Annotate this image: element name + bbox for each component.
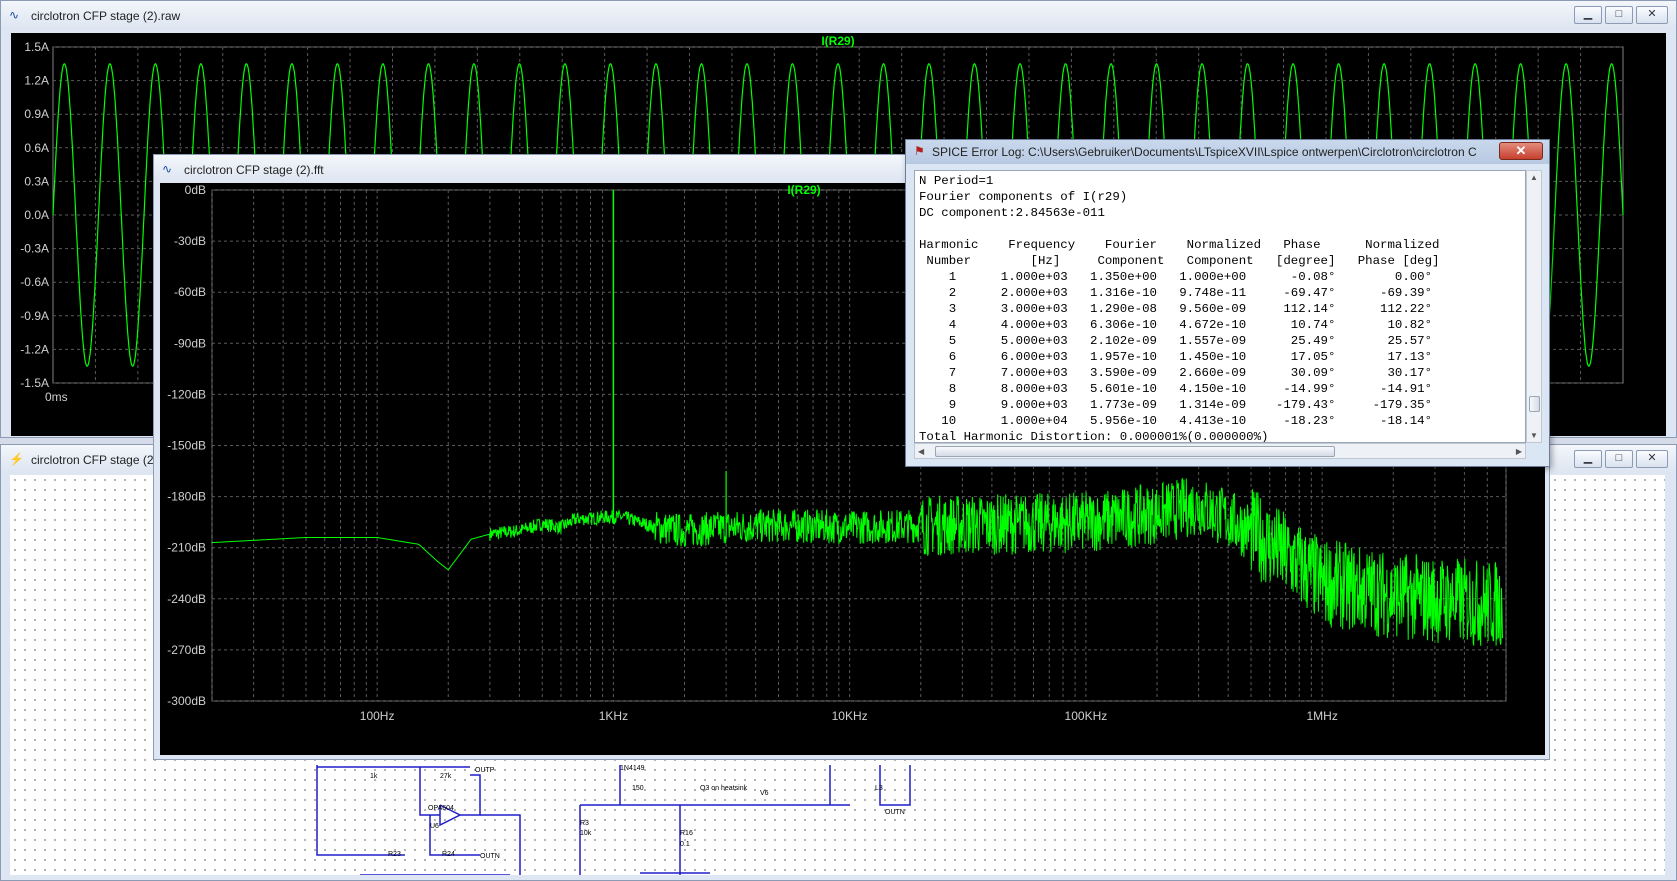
fft-x-tick-label: 1KHz [599,709,628,723]
fft-window-title: circlotron CFP stage (2).fft [184,163,324,177]
schematic-label: OPA604 [428,805,454,812]
fft-x-tick-label: 1MHz [1306,709,1337,723]
scroll-right-icon[interactable]: ▶ [1516,447,1522,456]
error-log-lines: N Period=1 Fourier components of I(r29) … [919,174,1440,443]
schematic-label: V6 [760,790,769,797]
fft-y-tick-label: -60dB [174,285,206,299]
schematic-label: OUTN [480,853,500,860]
schematic-label: R16 [680,830,693,837]
fft-y-tick-label: -150dB [167,439,206,453]
fft-y-tick-label: -300dB [167,694,206,708]
spice-log-icon: ⚑ [914,144,925,158]
minimize-button[interactable]: ▁ [1574,6,1602,24]
waveform-icon: ∿ [9,8,20,22]
schematic-label: 0.1 [680,841,690,848]
schematic-label: 27k [440,773,452,780]
fft-y-tick-label: -210dB [167,541,206,555]
waveform-icon: ∿ [162,162,173,176]
schematic-label: R24 [442,851,455,858]
schematic-label: OUTP [475,767,495,774]
raw-y-tick-label: 0.9A [24,107,49,121]
fft-x-tick-label: 10KHz [832,709,868,723]
fft-trace [212,477,1503,646]
schematic-label: Q3 on heatsink [700,785,748,792]
schematic-label: L3 [875,785,883,792]
spice-error-log-window[interactable]: ⚑ SPICE Error Log: C:\Users\Gebruiker\Do… [905,139,1550,467]
raw-trace-label: I(R29) [821,34,854,48]
minimize-button[interactable]: ▁ [1574,450,1602,468]
maximize-button[interactable]: □ [1605,450,1633,468]
raw-y-tick-label: -0.6A [20,275,49,289]
fft-y-tick-label: -30dB [174,234,206,248]
error-log-titlebar[interactable]: ⚑ SPICE Error Log: C:\Users\Gebruiker\Do… [906,140,1549,164]
raw-y-tick-label: 1.5A [24,40,49,54]
raw-y-tick-label: -0.9A [20,309,49,323]
schematic-label: R23 [388,851,401,858]
vertical-scrollbar[interactable]: ▲ ▼ [1526,170,1542,443]
raw-y-tick-label: 1.2A [24,74,49,88]
schematic-window-title: circlotron CFP stage (2) [31,453,158,467]
schematic-label: 150 [632,785,644,792]
fft-y-tick-label: 0dB [185,183,206,197]
schematic-label: 1k [370,773,378,780]
fft-y-tick-label: -120dB [167,387,206,401]
scroll-left-icon[interactable]: ◀ [918,447,924,456]
schematic-label: 10k [580,830,592,837]
horizontal-scroll-thumb[interactable] [935,446,1335,457]
fft-x-tick-label: 100KHz [1065,709,1108,723]
raw-y-tick-label: 0.6A [24,141,49,155]
vertical-scroll-thumb[interactable] [1529,396,1540,412]
raw-y-tick-label: 0.0A [24,208,49,222]
raw-x-start-label: 0ms [45,390,68,404]
fft-y-tick-label: -180dB [167,490,206,504]
close-button[interactable]: ✕ [1636,450,1668,468]
fft-y-tick-label: -240dB [167,592,206,606]
fft-y-tick-label: -270dB [167,643,206,657]
fft-trace-label: I(R29) [787,183,820,197]
scroll-down-icon[interactable]: ▼ [1530,431,1538,440]
schematic-label: 1N4149 [620,765,645,772]
raw-y-tick-label: -1.5A [20,376,49,390]
close-button[interactable]: ✕ [1499,142,1543,160]
error-log-text[interactable]: N Period=1 Fourier components of I(r29) … [914,170,1526,443]
raw-y-tick-label: -1.2A [20,342,49,356]
raw-y-tick-label: -0.3A [20,242,49,256]
raw-window-title: circlotron CFP stage (2).raw [31,9,181,23]
fft-y-tick-label: -90dB [174,336,206,350]
maximize-button[interactable]: □ [1605,6,1633,24]
schematic-icon: ⚡ [9,452,24,466]
fft-x-tick-label: 100Hz [360,709,395,723]
schematic-label: OUTN [885,809,905,816]
raw-titlebar[interactable]: ∿ circlotron CFP stage (2).raw ▁ □ ✕ [1,1,1676,29]
raw-y-tick-label: 0.3A [24,174,49,188]
schematic-label: R3 [580,820,589,827]
scroll-up-icon[interactable]: ▲ [1530,173,1538,182]
schematic-label: U6 [430,823,439,830]
horizontal-scrollbar[interactable]: ◀ ▶ [914,443,1526,459]
error-log-title: SPICE Error Log: C:\Users\Gebruiker\Docu… [932,145,1477,159]
close-button[interactable]: ✕ [1636,6,1668,24]
